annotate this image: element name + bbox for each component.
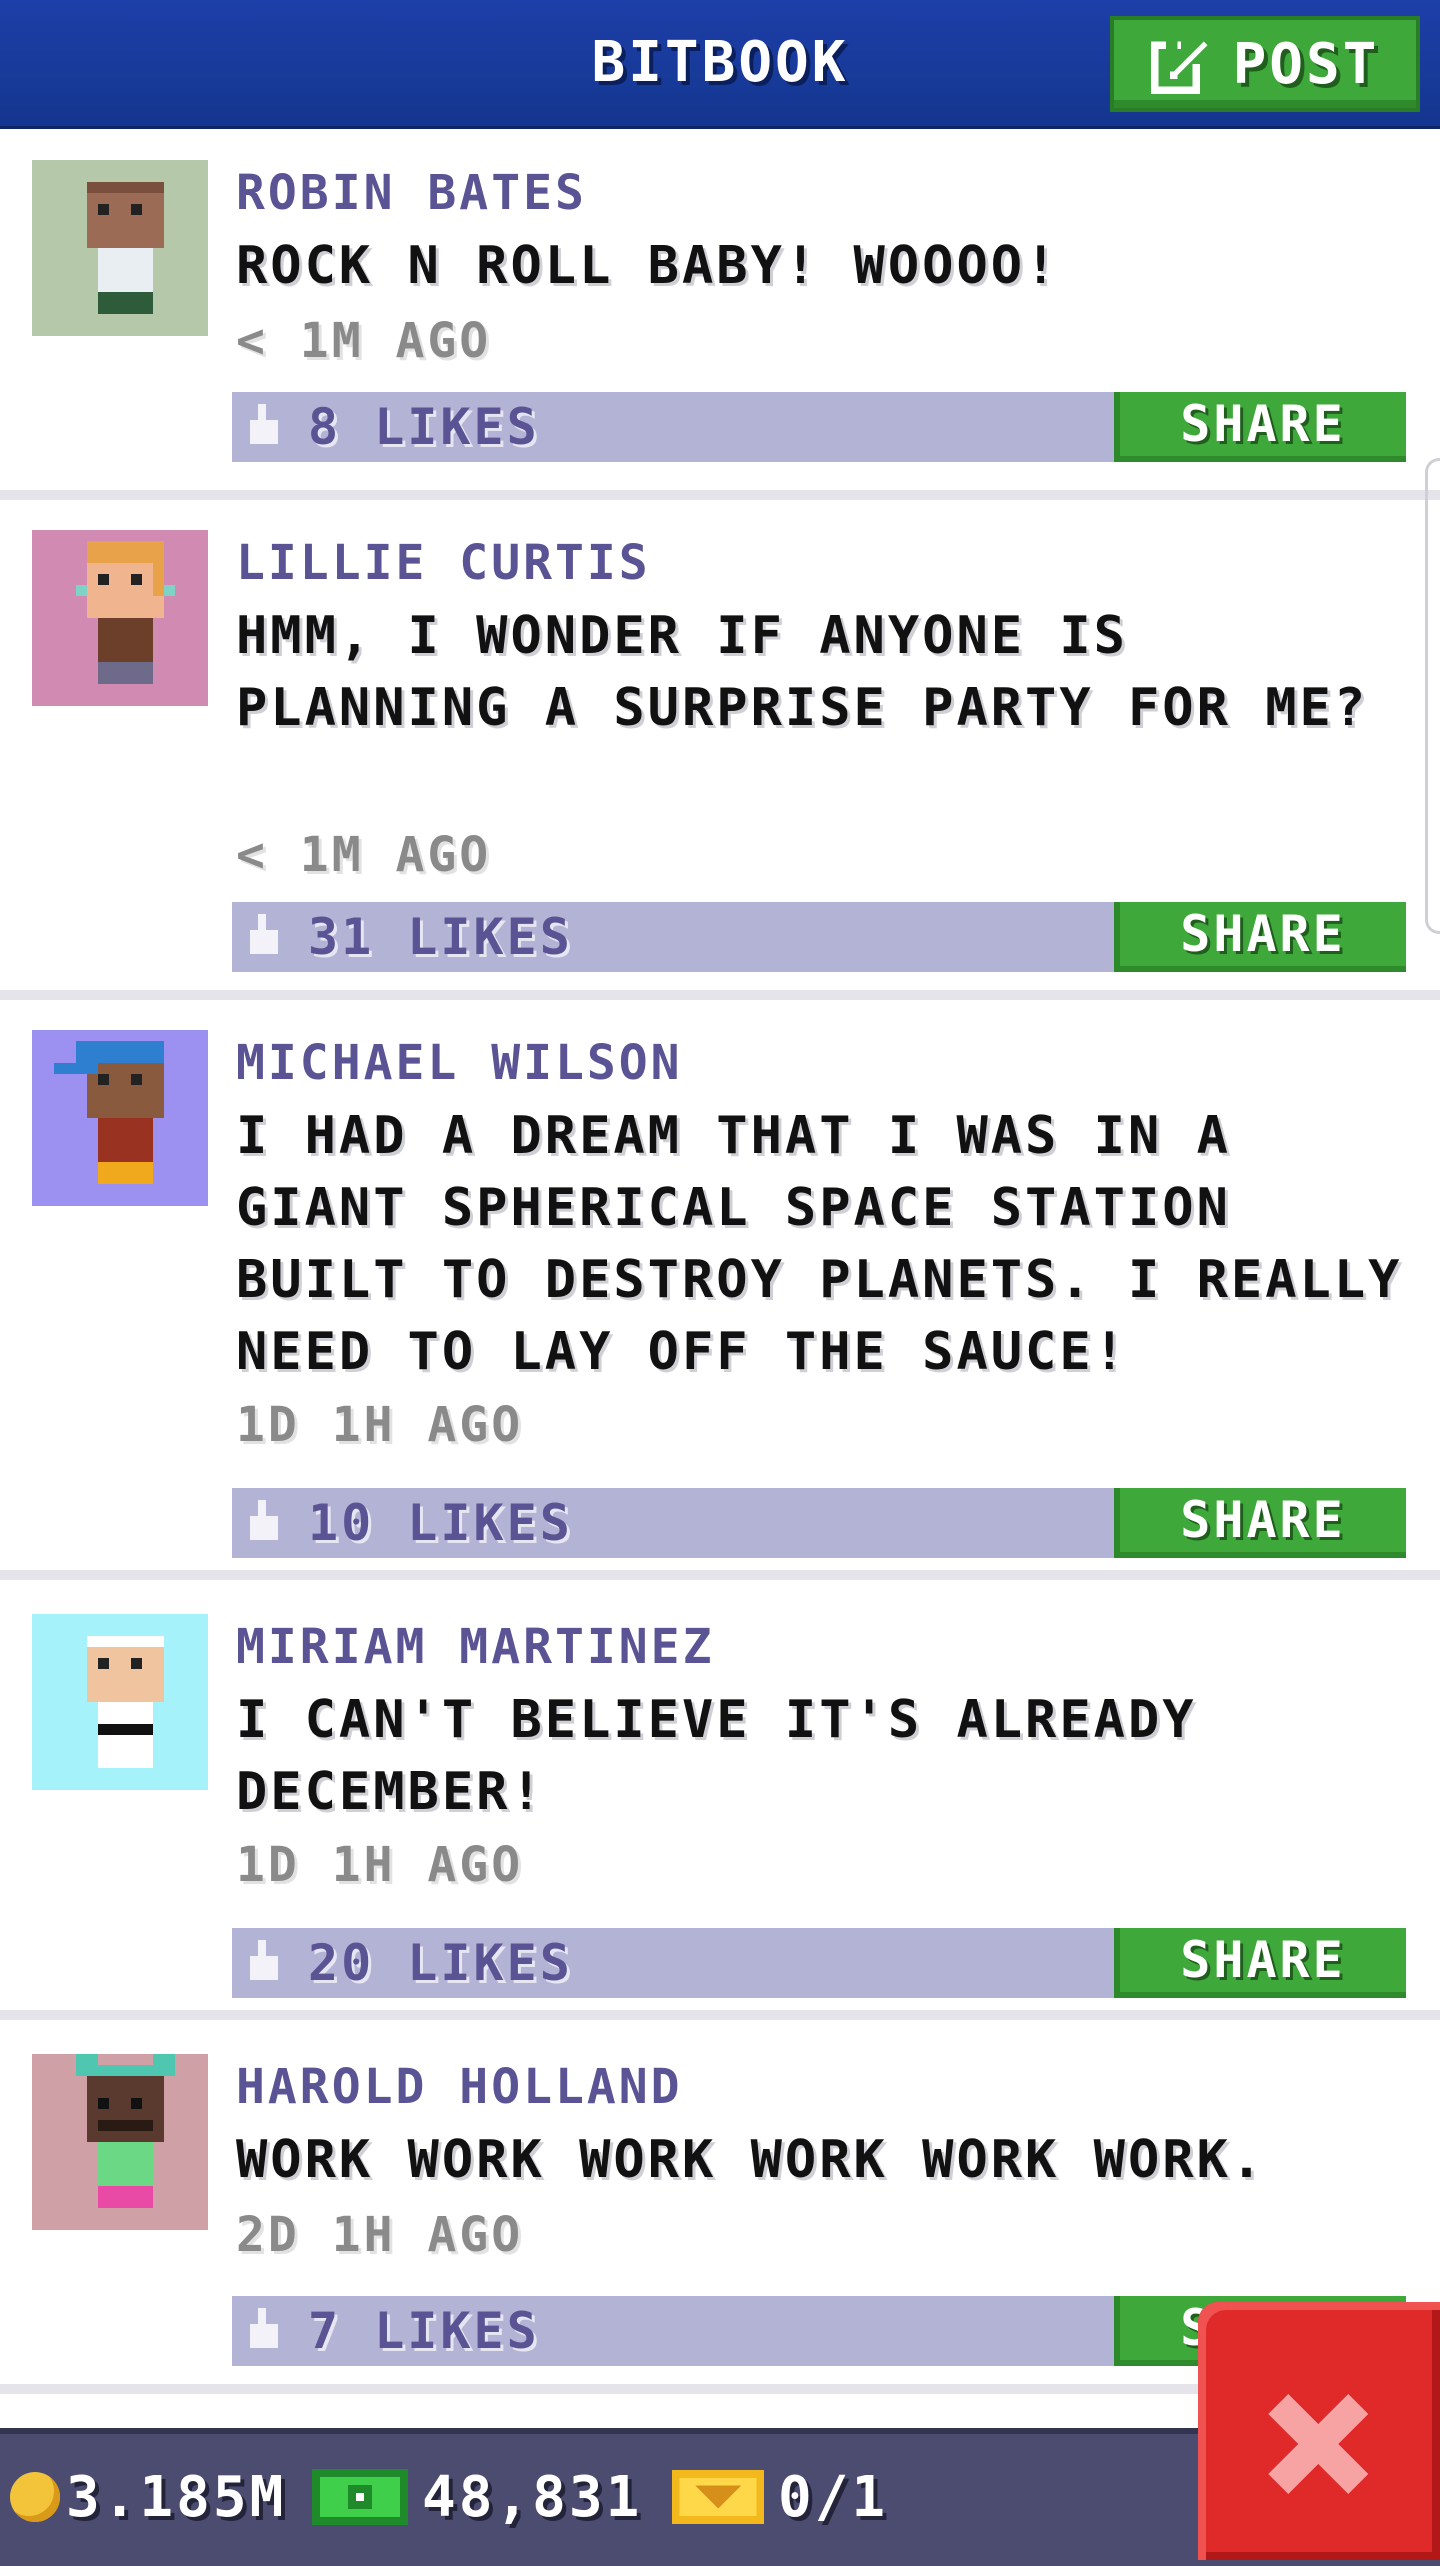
close-button[interactable] — [1198, 2302, 1440, 2560]
avatar[interactable] — [32, 160, 208, 336]
post-message: I HAD A DREAM THAT I WAS IN A GIANT SPHE… — [236, 1106, 1403, 1382]
avatar[interactable] — [32, 530, 208, 706]
header-bar: BITBOOK POST — [0, 0, 1440, 129]
close-icon — [1268, 2394, 1368, 2494]
share-button[interactable]: SHARE — [1114, 902, 1406, 972]
post-button-label: POST — [1232, 31, 1380, 97]
likes-count: 7 LIKES — [308, 2302, 540, 2360]
tickets-value: 0/1 — [778, 2464, 889, 2530]
feed-post: MICHAEL WILSON I HAD A DREAM THAT I WAS … — [0, 1000, 1440, 1580]
share-button[interactable]: SHARE — [1114, 392, 1406, 462]
post-message: ROCK N ROLL BABY! WOOOO! — [236, 236, 1060, 296]
share-button[interactable]: SHARE — [1114, 1488, 1406, 1558]
likes-bar: 8 LIKES SHARE — [232, 392, 1406, 462]
post-time: < 1M AGO — [236, 313, 492, 369]
post-author[interactable]: HAROLD HOLLAND — [236, 2052, 683, 2122]
post-time: 2D 1H AGO — [236, 2207, 524, 2263]
cash-icon — [312, 2469, 408, 2525]
coin-icon — [10, 2472, 60, 2522]
post-author[interactable]: ROBIN BATES — [236, 158, 587, 228]
post-time: < 1M AGO — [236, 827, 492, 883]
post-author[interactable]: MIRIAM MARTINEZ — [236, 1612, 714, 1682]
feed-post: LILLIE CURTIS HMM, I WONDER IF ANYONE IS… — [0, 500, 1440, 1000]
thumbs-up-icon — [250, 404, 278, 444]
edit-icon — [1150, 37, 1207, 94]
thumbs-up-icon — [250, 914, 278, 954]
post-message: WORK WORK WORK WORK WORK WORK. — [236, 2130, 1266, 2190]
post-message: I CAN'T BELIEVE IT'S ALREADY DECEMBER! — [236, 1690, 1197, 1822]
likes-bar: 31 LIKES SHARE — [232, 902, 1406, 972]
thumbs-up-icon — [250, 1500, 278, 1540]
post-time: 1D 1H AGO — [236, 1837, 524, 1893]
thumbs-up-icon — [250, 2308, 278, 2348]
likes-count: 20 LIKES — [308, 1934, 573, 1992]
scrollbar[interactable] — [1425, 458, 1440, 934]
likes-count: 31 LIKES — [308, 908, 573, 966]
share-button[interactable]: SHARE — [1114, 1928, 1406, 1998]
likes-bar: 10 LIKES SHARE — [232, 1488, 1406, 1558]
post-button[interactable]: POST — [1110, 16, 1420, 112]
avatar[interactable] — [32, 1614, 208, 1790]
post-time: 1D 1H AGO — [236, 1397, 524, 1453]
ticket-icon — [672, 2470, 764, 2524]
post-message: HMM, I WONDER IF ANYONE IS PLANNING A SU… — [236, 606, 1369, 738]
coins-value: 3.185M — [66, 2464, 287, 2530]
coins-display: 3.185M — [10, 2434, 286, 2560]
bux-value: 48,831 — [422, 2464, 643, 2530]
thumbs-up-icon — [250, 1940, 278, 1980]
bux-display: 48,831 — [312, 2434, 642, 2560]
feed-post: ROBIN BATES ROCK N ROLL BABY! WOOOO! < 1… — [0, 130, 1440, 500]
post-author[interactable]: MICHAEL WILSON — [236, 1028, 683, 1098]
avatar[interactable] — [32, 1030, 208, 1206]
avatar[interactable] — [32, 2054, 208, 2230]
likes-count: 8 LIKES — [308, 398, 540, 456]
tickets-display: 0/1 — [672, 2434, 888, 2560]
likes-count: 10 LIKES — [308, 1494, 573, 1552]
likes-bar: 20 LIKES SHARE — [232, 1928, 1406, 1998]
feed-post: MIRIAM MARTINEZ I CAN'T BELIEVE IT'S ALR… — [0, 1584, 1440, 2020]
post-author[interactable]: LILLIE CURTIS — [236, 528, 651, 598]
